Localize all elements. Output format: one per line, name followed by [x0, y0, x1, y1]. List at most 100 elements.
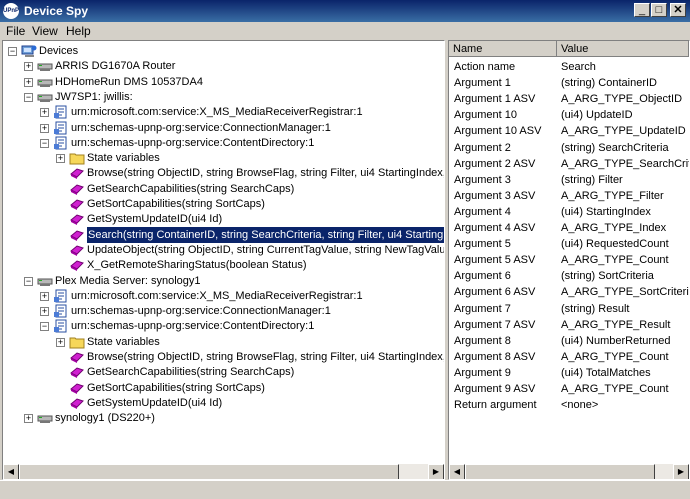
property-name[interactable]: Argument 1	[454, 75, 511, 91]
property-value[interactable]: (string) Filter	[561, 172, 689, 188]
property-name[interactable]: Argument 1 ASV	[454, 91, 535, 107]
property-name[interactable]: Argument 4 ASV	[454, 220, 535, 236]
scroll-left-arrow-icon[interactable]: ◀	[3, 464, 19, 479]
tree-node[interactable]: GetSearchCapabilities(string SearchCaps)	[3, 181, 444, 197]
tree-node[interactable]: + urn:schemas-upnp-org:service:Connection…	[3, 303, 444, 319]
scroll-thumb[interactable]	[19, 464, 399, 479]
tree-horizontal-scrollbar[interactable]: ◀ ▶	[3, 463, 444, 479]
property-name[interactable]: Argument 6	[454, 268, 511, 284]
collapse-minus-icon[interactable]: −	[40, 138, 49, 148]
property-name[interactable]: Argument 5 ASV	[454, 252, 535, 268]
tree-node[interactable]: + urn:microsoft.com:service:X_MS_MediaRec…	[3, 288, 444, 304]
tree-node[interactable]: + HDHomeRun DMS 10537DA4	[3, 74, 444, 90]
property-name[interactable]: Action name	[454, 59, 515, 75]
tree-node[interactable]: − Plex Media Server: synology1	[3, 273, 444, 289]
tree-node[interactable]: + urn:schemas-upnp-org:service:Connection…	[3, 120, 444, 136]
tree-node[interactable]: − JW7SP1: jwillis:	[3, 89, 444, 105]
props-horizontal-scrollbar[interactable]: ◀ ▶	[449, 463, 689, 479]
property-name[interactable]: Argument 3	[454, 172, 511, 188]
close-button[interactable]: ✕	[670, 3, 686, 17]
tree-node[interactable]: + ARRIS DG1670A Router	[3, 58, 444, 74]
property-value[interactable]: (ui4) StartingIndex	[561, 204, 689, 220]
property-name[interactable]: Argument 9 ASV	[454, 381, 535, 397]
property-value[interactable]: (ui4) TotalMatches	[561, 365, 689, 381]
tree-node[interactable]: Browse(string ObjectID, string BrowseFla…	[3, 165, 444, 181]
expand-plus-icon[interactable]: +	[56, 337, 65, 347]
property-name[interactable]: Argument 8 ASV	[454, 349, 535, 365]
device-tree[interactable]: − Devices + ARRIS DG1670A Router + HDHomeRun …	[2, 40, 445, 480]
expand-plus-icon[interactable]: +	[24, 77, 33, 87]
property-value[interactable]: (string) ContainerID	[561, 75, 689, 91]
property-name[interactable]: Argument 7 ASV	[454, 317, 535, 333]
property-name[interactable]: Argument 8	[454, 333, 511, 349]
column-header-value[interactable]: Value	[557, 41, 689, 57]
property-value[interactable]: A_ARG_TYPE_Count	[561, 349, 689, 365]
scroll-right-arrow-icon[interactable]: ▶	[673, 464, 689, 479]
tree-node[interactable]: Browse(string ObjectID, string BrowseFla…	[3, 349, 444, 365]
property-value[interactable]: (string) SearchCriteria	[561, 140, 689, 156]
property-name[interactable]: Argument 9	[454, 365, 511, 381]
maximize-button[interactable]: □	[651, 3, 667, 17]
tree-node[interactable]: + State variables	[3, 150, 444, 166]
collapse-minus-icon[interactable]: −	[24, 276, 33, 286]
scroll-left-arrow-icon[interactable]: ◀	[449, 464, 465, 479]
property-name[interactable]: Argument 2	[454, 140, 511, 156]
property-value[interactable]: (string) SortCriteria	[561, 268, 689, 284]
property-name[interactable]: Argument 10 ASV	[454, 123, 541, 139]
title-bar[interactable]: UPnP Device Spy _ □ ✕	[0, 0, 690, 22]
property-value[interactable]: A_ARG_TYPE_UpdateID	[561, 123, 689, 139]
expand-plus-icon[interactable]: +	[24, 414, 33, 424]
expand-plus-icon[interactable]: +	[40, 123, 49, 133]
properties-list[interactable]: Name Value Action name Search Argument 1 (s…	[448, 40, 690, 480]
tree-node[interactable]: + State variables	[3, 334, 444, 350]
tree-node[interactable]: GetSearchCapabilities(string SearchCaps)	[3, 364, 444, 380]
expand-plus-icon[interactable]: +	[40, 108, 49, 118]
property-value[interactable]: A_ARG_TYPE_ObjectID	[561, 91, 689, 107]
scroll-thumb[interactable]	[465, 464, 655, 479]
minimize-button[interactable]: _	[634, 3, 650, 17]
collapse-minus-icon[interactable]: −	[24, 92, 33, 102]
expand-plus-icon[interactable]: +	[24, 62, 33, 72]
column-header-name[interactable]: Name	[449, 41, 557, 57]
property-value[interactable]: A_ARG_TYPE_Count	[561, 381, 689, 397]
property-name[interactable]: Argument 2 ASV	[454, 156, 535, 172]
property-value[interactable]: A_ARG_TYPE_SortCriteria	[561, 284, 689, 300]
tree-node[interactable]: − urn:schemas-upnp-org:service:ContentDir…	[3, 318, 444, 334]
collapse-minus-icon[interactable]: −	[40, 322, 49, 332]
property-name[interactable]: Argument 6 ASV	[454, 284, 535, 300]
tree-node[interactable]: GetSortCapabilities(string SortCaps)	[3, 196, 444, 212]
scroll-right-arrow-icon[interactable]: ▶	[428, 464, 444, 479]
property-value[interactable]: (ui4) UpdateID	[561, 107, 689, 123]
property-name[interactable]: Argument 3 ASV	[454, 188, 535, 204]
expand-plus-icon[interactable]: +	[40, 291, 49, 301]
menu-view[interactable]: View	[32, 24, 58, 38]
property-name[interactable]: Return argument	[454, 397, 537, 413]
tree-node[interactable]: + urn:microsoft.com:service:X_MS_MediaRec…	[3, 104, 444, 120]
tree-node[interactable]: GetSortCapabilities(string SortCaps)	[3, 380, 444, 396]
expand-plus-icon[interactable]: +	[40, 307, 49, 317]
collapse-minus-icon[interactable]: −	[8, 47, 17, 56]
tree-node[interactable]: GetSystemUpdateID(ui4 Id)	[3, 395, 444, 411]
property-value[interactable]: A_ARG_TYPE_Result	[561, 317, 689, 333]
property-name[interactable]: Argument 5	[454, 236, 511, 252]
tree-node[interactable]: X_GetRemoteSharingStatus(boolean Status)	[3, 257, 444, 273]
property-value[interactable]: <none>	[561, 397, 689, 413]
property-name[interactable]: Argument 7	[454, 301, 511, 317]
property-value[interactable]: (string) Result	[561, 301, 689, 317]
menu-help[interactable]: Help	[66, 24, 91, 38]
property-value[interactable]: A_ARG_TYPE_Index	[561, 220, 689, 236]
property-value[interactable]: A_ARG_TYPE_SearchCriteri	[561, 156, 689, 172]
property-value[interactable]: A_ARG_TYPE_Count	[561, 252, 689, 268]
menu-file[interactable]: File	[6, 24, 25, 38]
property-value[interactable]: Search	[561, 59, 689, 75]
expand-plus-icon[interactable]: +	[56, 154, 65, 164]
tree-node[interactable]: − urn:schemas-upnp-org:service:ContentDir…	[3, 135, 444, 151]
tree-node[interactable]: + synology1 (DS220+)	[3, 410, 444, 426]
tree-node[interactable]: UpdateObject(string ObjectID, string Cur…	[3, 242, 444, 258]
property-name[interactable]: Argument 10	[454, 107, 517, 123]
property-name[interactable]: Argument 4	[454, 204, 511, 220]
tree-node[interactable]: GetSystemUpdateID(ui4 Id)	[3, 211, 444, 227]
tree-node[interactable]: − Devices	[3, 43, 444, 59]
property-value[interactable]: (ui4) NumberReturned	[561, 333, 689, 349]
property-value[interactable]: A_ARG_TYPE_Filter	[561, 188, 689, 204]
